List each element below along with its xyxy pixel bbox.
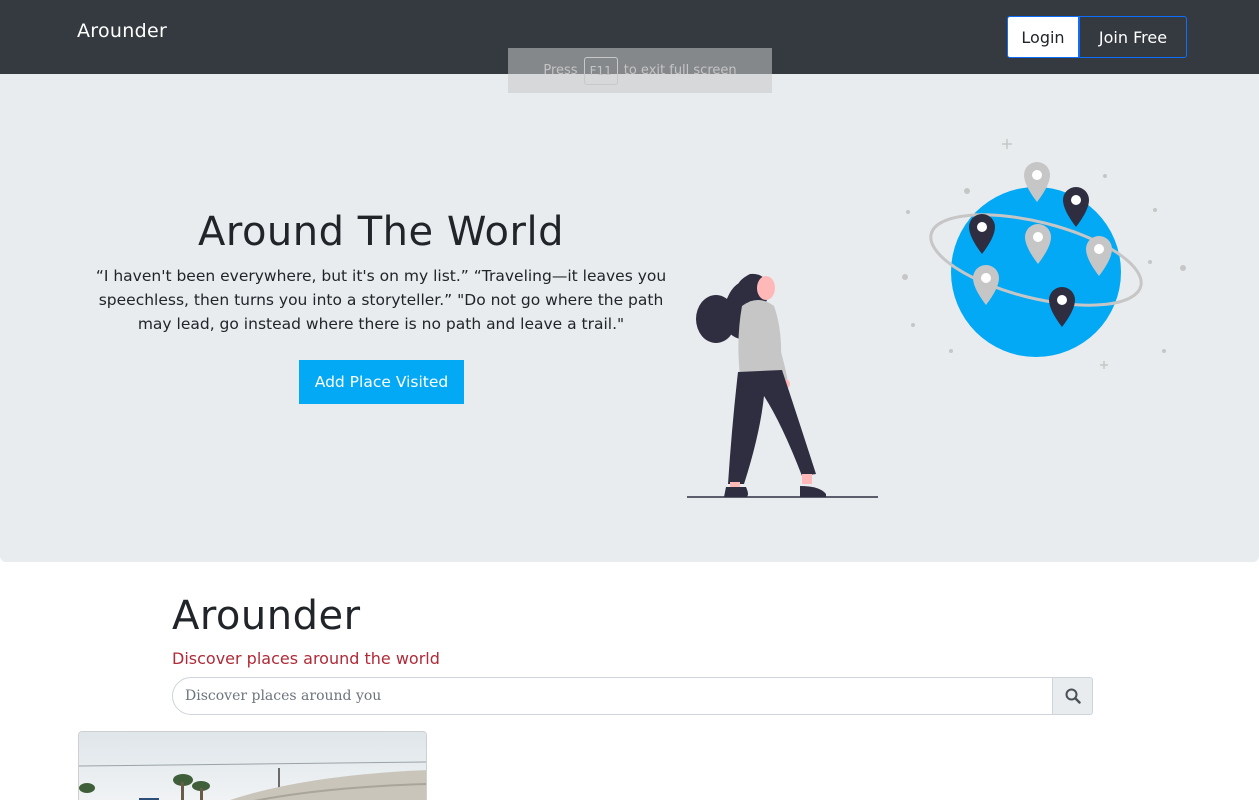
fullscreen-notice-suffix: to exit full screen: [623, 63, 737, 78]
search-button[interactable]: [1052, 677, 1093, 715]
fullscreen-notice-key: F11: [583, 56, 618, 85]
add-place-visited-button[interactable]: Add Place Visited: [299, 360, 464, 404]
fullscreen-notice-prefix: Press: [543, 63, 578, 78]
page-title: Arounder: [172, 593, 361, 639]
hero-title: Around The World: [198, 209, 564, 255]
hero-jumbotron: Around The World “I haven't been everywh…: [0, 74, 1259, 562]
login-button[interactable]: Login: [1007, 16, 1079, 58]
search-input[interactable]: [172, 677, 1053, 715]
place-card[interactable]: [78, 731, 427, 800]
place-card-image: [79, 732, 426, 800]
fullscreen-notice: Press F11 to exit full screen: [508, 48, 772, 93]
navbar-brand[interactable]: Arounder: [77, 20, 167, 42]
search-bar: [172, 677, 1093, 715]
page-subtitle: Discover places around the world: [172, 649, 440, 668]
search-icon: [1065, 688, 1081, 704]
join-free-button[interactable]: Join Free: [1079, 16, 1187, 58]
hero-quote: “I haven't been everywhere, but it's on …: [95, 267, 667, 333]
traveler-globe-illustration: [687, 139, 1186, 498]
